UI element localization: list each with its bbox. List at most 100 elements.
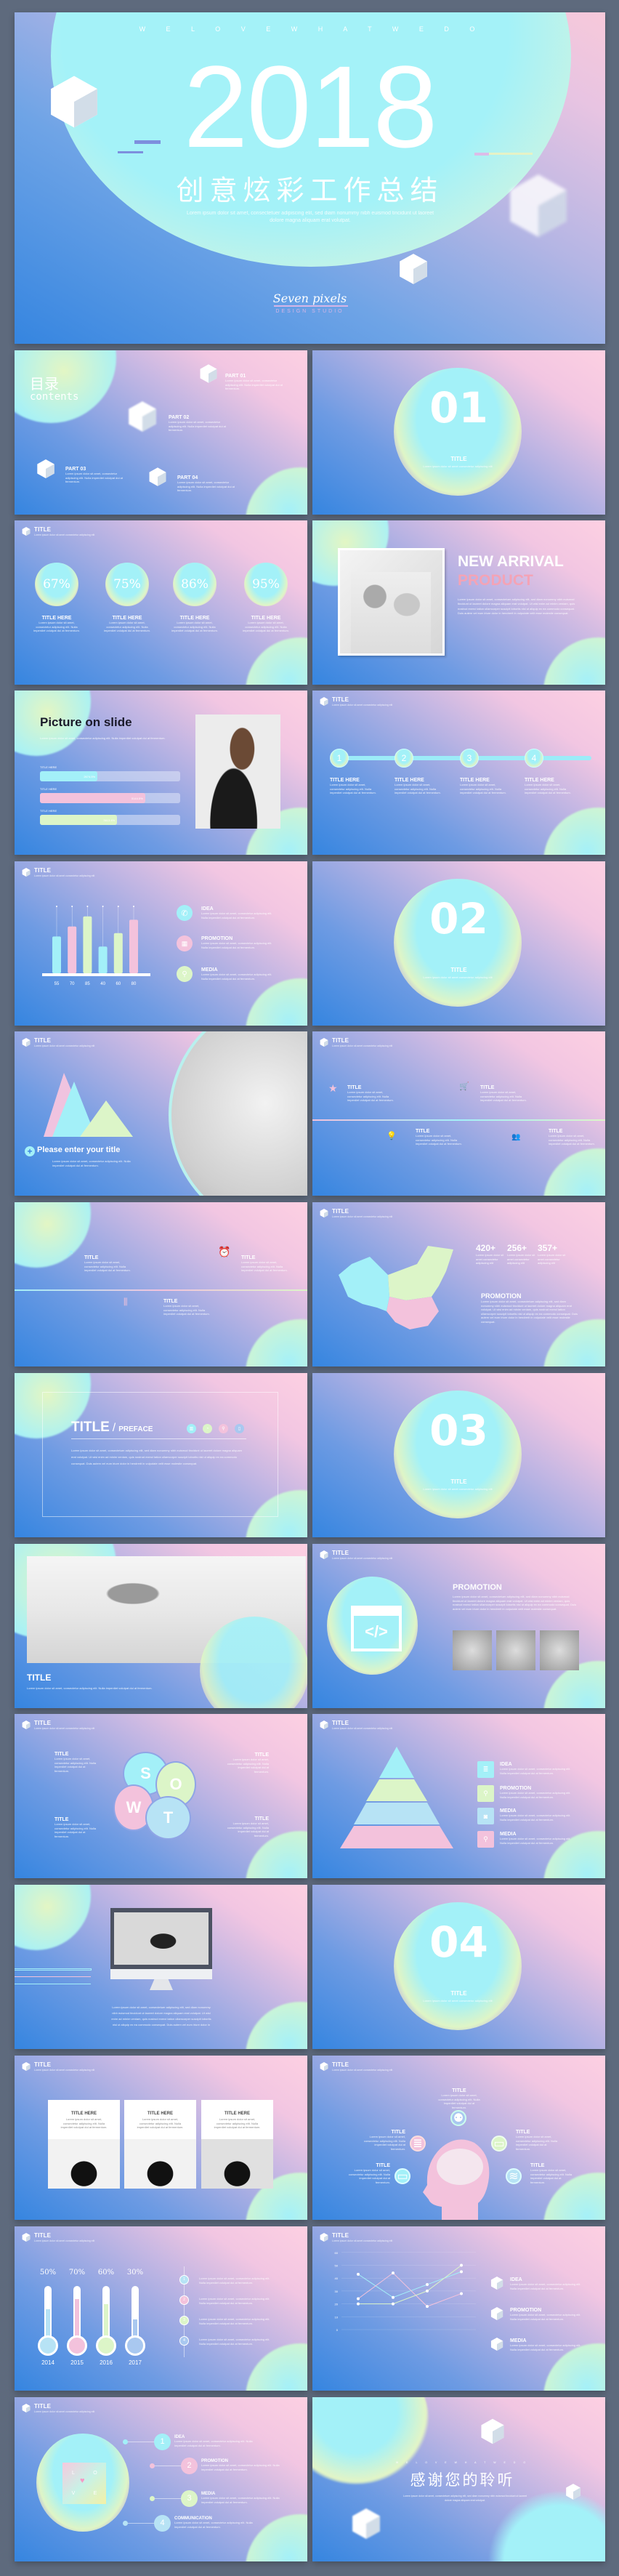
- bar: [98, 946, 108, 973]
- slide-cards[interactable]: TITLE Lorem ipsum dolor sit amet consecte…: [15, 2056, 307, 2220]
- cube-icon: [22, 2404, 31, 2412]
- search-icon[interactable]: ⚲: [219, 1424, 228, 1433]
- legend-item: PROMOTION Lorem ipsum dolor sit amet, con…: [201, 936, 272, 949]
- love-item: IDEA Lorem ipsum dolor sit amet, consecte…: [174, 2435, 254, 2447]
- slide-section-03[interactable]: 03 TITLE Lorem ipsum dolor sit amet cons…: [312, 1373, 605, 1537]
- slide-timeline-b[interactable]: ↗ ⏰ ⫼ TITLE Lorem ipsum dolor sit amet, c…: [15, 1202, 307, 1367]
- chart-icon[interactable]: ▥: [187, 1424, 196, 1433]
- slide-monitor[interactable]: Lorem ipsum dolor sit amet, consectetuer…: [15, 1885, 307, 2049]
- y-tick: 30: [335, 2290, 339, 2293]
- slide-brain[interactable]: TITLE Lorem ipsum dolor sit amet consecte…: [312, 2056, 605, 2220]
- slide-section-01[interactable]: 01 TITLE Lorem ipsum dolor sit amet cons…: [312, 350, 605, 515]
- thanks-tagline: W E L O V E W H A T W E D O: [395, 2461, 530, 2464]
- slide-promotion-code[interactable]: TITLE Lorem ipsum dolor sit amet consecte…: [312, 1544, 605, 1708]
- slide-thermometers[interactable]: TITLE Lorem ipsum dolor sit amet consecte…: [15, 2226, 307, 2391]
- bar: [113, 933, 123, 973]
- slide-map[interactable]: TITLE Lorem ipsum dolor sit amet consecte…: [312, 1202, 605, 1367]
- bar-label: 40: [100, 982, 105, 986]
- part-title: PART 01: [225, 374, 246, 379]
- plus-circle-icon: +: [25, 1146, 35, 1156]
- card[interactable]: TITLE HERE Lorem ipsum dolor sit amet, co…: [124, 2100, 196, 2189]
- bar-label: 85: [85, 982, 90, 986]
- blob: [543, 808, 605, 855]
- slide-love[interactable]: TITLE Lorem ipsum dolor sit amet consecte…: [15, 2397, 307, 2561]
- slide-timeline-a[interactable]: TITLE Lorem ipsum dolor sit amet consecte…: [312, 1031, 605, 1196]
- slide-mountains[interactable]: TITLE Lorem ipsum dolor sit amet consecte…: [15, 1031, 307, 1196]
- part-item[interactable]: PART 02 Lorem ipsum dolor sit amet, conse…: [169, 415, 227, 432]
- swot-t: T: [145, 1796, 191, 1840]
- slide-bar-chart[interactable]: TITLE Lorem ipsum dolor sit amet consecte…: [15, 861, 307, 1026]
- card[interactable]: TITLE HERE Lorem ipsum dolor sit amet, co…: [48, 2100, 120, 2189]
- slide-line-chart[interactable]: TITLE Lorem ipsum dolor sit amet consecte…: [312, 2226, 605, 2391]
- slide-section-04[interactable]: 04 TITLE Lorem ipsum dolor sit amet cons…: [312, 1885, 605, 2049]
- slide-picture-on-slide[interactable]: Picture on slide Lorem ipsum dolor sit a…: [15, 691, 307, 855]
- step-circle[interactable]: 1: [330, 749, 349, 768]
- part-text: Lorem ipsum dolor sit amet, consectetur …: [225, 379, 283, 390]
- picture-title: Picture on slide: [40, 715, 132, 729]
- section-number: 03: [429, 1406, 488, 1455]
- arrival-title: NEW ARRIVAL: [458, 553, 564, 570]
- data-point: [392, 2295, 395, 2299]
- section-sub: Lorem ipsum dolor sit amet consectetur a…: [423, 975, 493, 979]
- percent-value: 75%: [113, 577, 141, 592]
- slide-percent-circles[interactable]: TITLE Lorem ipsum dolor sit amet consecte…: [15, 520, 307, 685]
- data-point: [460, 2270, 463, 2274]
- slide-steps[interactable]: TITLE Lorem ipsum dolor sit amet consecte…: [312, 691, 605, 855]
- database-icon: ≣: [477, 1761, 494, 1778]
- percent-value: 95%: [252, 577, 280, 592]
- contents-title-en: contents: [30, 391, 79, 403]
- percent-caption: TITLE HERE Lorem ipsum dolor sit amet, co…: [33, 616, 80, 632]
- progress-fill: 2674.5%: [40, 771, 98, 781]
- location-icon: ⚲: [477, 1831, 494, 1848]
- step-circle[interactable]: 2: [395, 749, 413, 768]
- y-tick: 50: [335, 2264, 339, 2268]
- card[interactable]: TITLE HERE Lorem ipsum dolor sit amet, co…: [201, 2100, 273, 2189]
- data-point: [392, 2271, 395, 2275]
- percent-value: 67%: [43, 577, 70, 592]
- deco-dash: [474, 153, 489, 156]
- slide-header: TITLE Lorem ipsum dolor sit amet consecte…: [320, 1550, 392, 1560]
- slide-photo-title[interactable]: TITLE Lorem ipsum dolor sit amet, consec…: [15, 1544, 307, 1708]
- slide-pyramid[interactable]: TITLE Lorem ipsum dolor sit amet consecte…: [312, 1714, 605, 1878]
- slide-thanks[interactable]: W E L O V E W H A T W E D O 感谢您的聆听 Lorem…: [312, 2397, 605, 2561]
- percent-circle: 75%: [105, 563, 149, 606]
- slide-header: TITLE Lorem ipsum dolor sit amet consecte…: [320, 1037, 392, 1047]
- data-point: [426, 2283, 429, 2287]
- step-circle: 4: [179, 2336, 189, 2346]
- cover-slide[interactable]: W E L O V E W H A T W E D O 2018 创意炫彩工作总…: [15, 12, 605, 344]
- bar-dot: [86, 906, 89, 907]
- percent-caption: TITLE HERE Lorem ipsum dolor sit amet, co…: [243, 616, 289, 632]
- slide-new-arrival[interactable]: NEW ARRIVAL PRODUCT Lorem ipsum dolor si…: [312, 520, 605, 685]
- photo-title: TITLE: [27, 1673, 52, 1683]
- cube-icon: [352, 2508, 380, 2539]
- swot-item: TITLE Lorem ipsum dolor sit amet, consect…: [54, 1817, 97, 1838]
- part-item[interactable]: PART 01 Lorem ipsum dolor sit amet, conse…: [225, 374, 283, 391]
- part-item[interactable]: PART 04 Lorem ipsum dolor sit amet, conse…: [177, 475, 235, 493]
- slide-contents[interactable]: 目录 contents PART 01 Lorem ipsum dolor sit…: [15, 350, 307, 515]
- logo-underline: [274, 305, 348, 307]
- pie-icon[interactable]: ◔: [203, 1424, 212, 1433]
- cube-icon: [22, 2062, 31, 2071]
- keyboard-icon: ▭: [491, 2136, 507, 2152]
- item-text: Lorem ipsum dolor sit amet, consectetur …: [201, 2496, 280, 2504]
- blob: [543, 637, 605, 685]
- cube-icon: [22, 1038, 31, 1047]
- stat-item: 256+ Lorem ipsum dolor sit amet consectet…: [507, 1243, 535, 1265]
- step-circle[interactable]: 4: [525, 749, 543, 768]
- series-line: [357, 2271, 462, 2298]
- blob: [246, 2002, 307, 2049]
- timeline-item: TITLE Lorem ipsum dolor sit amet, consect…: [416, 1129, 462, 1146]
- slide-section-02[interactable]: 02 TITLE Lorem ipsum dolor sit amet cons…: [312, 861, 605, 1026]
- step-circle[interactable]: 3: [460, 749, 479, 768]
- part-title: PART 04: [177, 475, 198, 480]
- map-pin-icon: ⚲: [177, 966, 193, 982]
- thermo-year: 2017: [129, 2359, 142, 2366]
- connector: [126, 2523, 155, 2524]
- swot-item: TITLE Lorem ipsum dolor sit amet, consect…: [227, 1816, 269, 1838]
- slide-swot[interactable]: TITLE Lorem ipsum dolor sit amet consecte…: [15, 1714, 307, 1878]
- cube-icon: [37, 459, 54, 478]
- step-caption: TITLE HERE Lorem ipsum dolor sit amet, co…: [525, 778, 571, 794]
- document-icon[interactable]: ▯: [235, 1424, 244, 1433]
- slide-preface[interactable]: TITLE / PREFACE ▥ ◔ ⚲ ▯ Lorem ipsum dolor …: [15, 1373, 307, 1537]
- part-item[interactable]: PART 03 Lorem ipsum dolor sit amet, conse…: [65, 467, 124, 484]
